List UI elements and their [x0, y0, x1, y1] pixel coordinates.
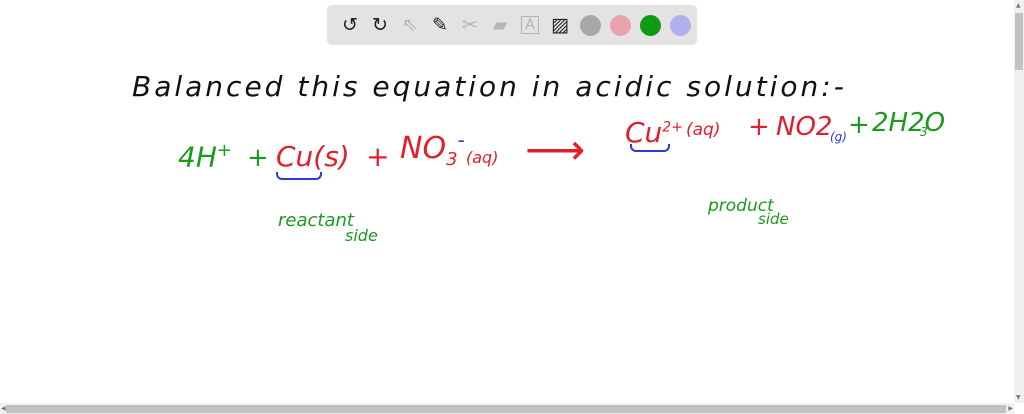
pen-icon[interactable]: ✎ [425, 10, 455, 40]
nitrate-state: (aq) [466, 148, 499, 167]
plus-sign: + [748, 112, 770, 142]
copper-solid: Cu(s) [276, 140, 350, 173]
nitrate-ion: NO3- [400, 128, 465, 170]
vertical-scrollbar[interactable]: ▲ ▼ [1014, 0, 1024, 403]
nitrate-charge: - [457, 128, 465, 152]
vertical-scroll-thumb[interactable] [1015, 13, 1023, 70]
plus-sign: + [366, 140, 390, 173]
text-tool-glyph: A [521, 16, 539, 34]
hplus-charge: + [216, 140, 232, 161]
reactant-side-label: reactant [278, 210, 354, 231]
redo-icon[interactable]: ↻ [365, 10, 395, 40]
copper-ion-state: (aq) [686, 120, 721, 140]
nitrogen-dioxide-state: (g) [830, 130, 847, 144]
plus-sign: + [247, 143, 269, 173]
image-icon[interactable]: ▨ [545, 10, 575, 40]
plus-sign: + [848, 110, 870, 140]
horizontal-scroll-thumb[interactable] [6, 405, 1006, 413]
color-pink-swatch[interactable] [609, 14, 631, 36]
drawing-toolbar: ↺ ↻ ⇖ ✎ ✂ ▰ A ▨ [327, 5, 697, 45]
scroll-down-icon[interactable]: ▼ [1016, 394, 1021, 401]
nitrogen-dioxide: NO2 [776, 112, 833, 142]
reaction-arrow: ⟶ [525, 125, 586, 174]
nitrate-subscript: 3 [446, 149, 458, 170]
select-cursor-icon[interactable]: ⇖ [395, 10, 425, 40]
product-side-label-2: side [758, 210, 789, 228]
copper-ion-underline [630, 144, 670, 152]
hplus-text: 4H [178, 140, 217, 174]
nitrate-text: NO [400, 131, 447, 166]
reactant-side-label-2: side [345, 226, 378, 245]
scroll-up-icon[interactable]: ▲ [1016, 2, 1021, 9]
water-coefficient: 3 [920, 125, 928, 139]
text-tool-icon[interactable]: A [515, 10, 545, 40]
scroll-left-icon[interactable]: ◀ [1, 405, 6, 412]
hydrogen-ion: 4H+ [178, 140, 232, 173]
equation-title: Balanced this equation in acidic solutio… [132, 70, 847, 103]
color-gray-swatch[interactable] [579, 14, 601, 36]
copper-underline [276, 172, 322, 180]
color-green-swatch[interactable] [639, 14, 661, 36]
horizontal-scrollbar[interactable]: ◀ ▶ [0, 403, 1014, 414]
cu2-charge: 2+ [662, 119, 683, 136]
eraser-icon[interactable]: ▰ [485, 10, 515, 40]
tools-icon[interactable]: ✂ [455, 10, 485, 40]
water: 2H2O [872, 108, 946, 138]
color-lavender-swatch[interactable] [669, 14, 691, 36]
undo-icon[interactable]: ↺ [335, 10, 365, 40]
scroll-right-icon[interactable]: ▶ [1008, 405, 1013, 412]
